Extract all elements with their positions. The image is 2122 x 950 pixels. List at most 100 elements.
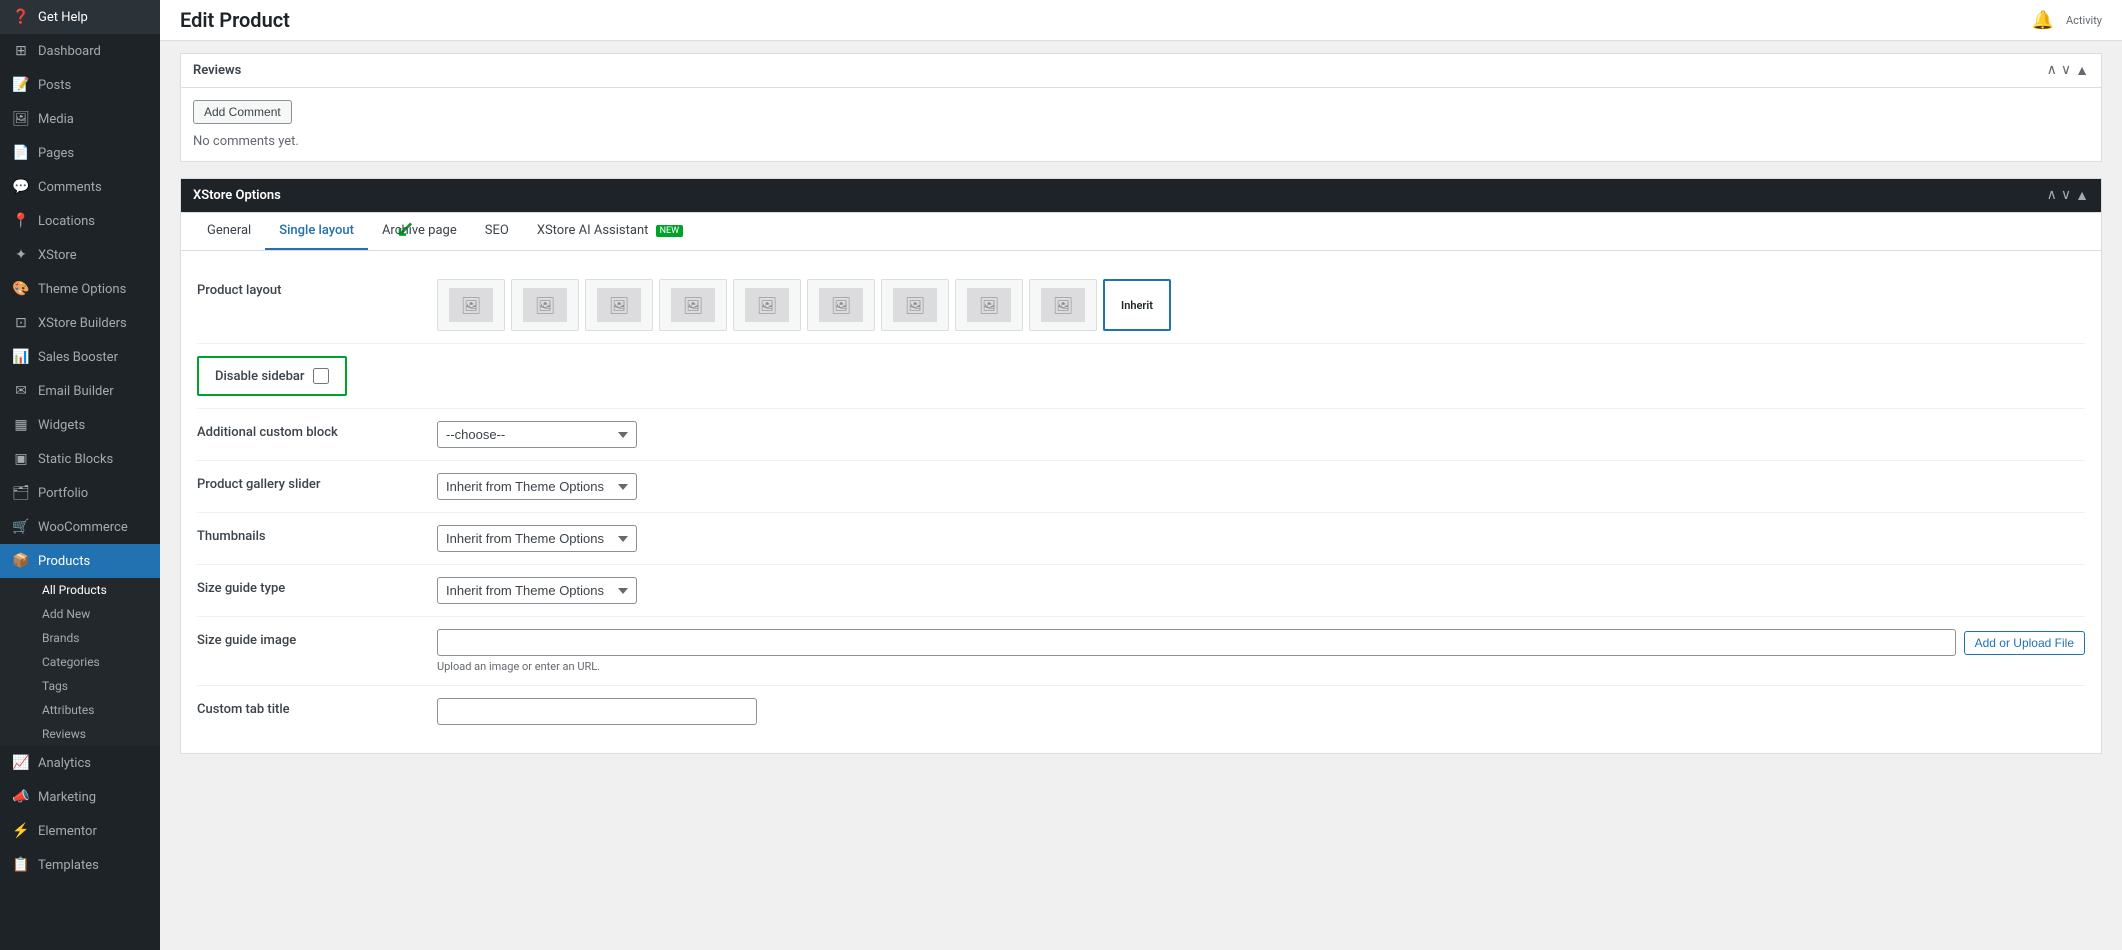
sidebar-item-marketing[interactable]: 📣 Marketing (0, 780, 160, 814)
size-guide-type-select[interactable]: Inherit from Theme Options Image Table N… (437, 577, 637, 604)
new-badge: NEW (656, 225, 684, 237)
posts-icon: 📝 (12, 76, 30, 94)
thumbnails-row: Thumbnails Inherit from Theme Options Ye… (197, 513, 2085, 565)
layout-img-8: 🖼 (967, 288, 1011, 322)
help-icon: ❓ (12, 8, 30, 26)
reviews-toggle[interactable]: ▲ (2075, 62, 2089, 79)
tab-general[interactable]: General (193, 213, 265, 250)
sidebar-item-label: Media (38, 112, 74, 127)
layout-thumb-1[interactable]: 🖼 (437, 279, 505, 331)
page-title: Edit Product (180, 8, 290, 32)
sidebar-item-get-help[interactable]: ❓ Get Help (0, 0, 160, 34)
sidebar-item-email-builder[interactable]: ✉ Email Builder (0, 374, 160, 408)
sidebar-item-widgets[interactable]: ▦ Widgets (0, 408, 160, 442)
submenu-reviews[interactable]: Reviews (12, 722, 160, 746)
disable-sidebar-checkbox[interactable] (313, 368, 329, 384)
activity-icon[interactable]: 🔔 (2032, 10, 2054, 31)
reviews-controls: ∧ ∨ ▲ (2047, 62, 2089, 79)
woocommerce-icon: 🛒 (12, 518, 30, 536)
layout-img-3: 🖼 (597, 288, 641, 322)
layout-thumb-4[interactable]: 🖼 (659, 279, 727, 331)
submenu-add-new[interactable]: Add New (12, 602, 160, 626)
reviews-collapse-down[interactable]: ∨ (2061, 62, 2071, 79)
sidebar-item-pages[interactable]: 📄 Pages (0, 136, 160, 170)
layout-thumb-3[interactable]: 🖼 (585, 279, 653, 331)
submenu-tags[interactable]: Tags (12, 674, 160, 698)
additional-custom-block-label: Additional custom block (197, 421, 417, 440)
sidebar-item-comments[interactable]: 💬 Comments (0, 170, 160, 204)
additional-custom-block-row: Additional custom block --choose-- (197, 409, 2085, 461)
thumbnails-label: Thumbnails (197, 525, 417, 544)
sidebar-item-xstore-builders[interactable]: ⊡ XStore Builders (0, 306, 160, 340)
reviews-collapse-up[interactable]: ∧ (2047, 62, 2057, 79)
sidebar-item-label: Widgets (38, 418, 85, 433)
product-gallery-slider-label: Product gallery slider (197, 473, 417, 492)
sidebar-item-analytics[interactable]: 📈 Analytics (0, 746, 160, 780)
sidebar-item-theme-options[interactable]: 🎨 Theme Options (0, 272, 160, 306)
sidebar-item-templates[interactable]: 📋 Templates (0, 848, 160, 882)
sidebar-item-locations[interactable]: 📍 Locations (0, 204, 160, 238)
layout-thumbnails-list: 🖼 🖼 🖼 🖼 🖼 🖼 🖼 🖼 🖼 Inherit (437, 279, 2085, 331)
add-comment-button[interactable]: Add Comment (193, 100, 292, 124)
layout-img-9: 🖼 (1041, 288, 1085, 322)
sidebar-item-elementor[interactable]: ⚡ Elementor (0, 814, 160, 848)
templates-icon: 📋 (12, 856, 30, 874)
custom-tab-title-label: Custom tab title (197, 698, 417, 717)
layout-img-7: 🖼 (893, 288, 937, 322)
size-guide-image-hint: Upload an image or enter an URL. (437, 660, 2085, 673)
pages-icon: 📄 (12, 144, 30, 162)
size-guide-type-row: Size guide type Inherit from Theme Optio… (197, 565, 2085, 617)
sidebar-item-woocommerce[interactable]: 🛒 WooCommerce (0, 510, 160, 544)
widgets-icon: ▦ (12, 416, 30, 434)
reviews-metabox-header: Reviews ∧ ∨ ▲ (181, 54, 2101, 88)
sidebar: ❓ Get Help ⊞ Dashboard 📝 Posts 🖼 Media 📄… (0, 0, 160, 950)
product-gallery-slider-select[interactable]: Inherit from Theme Options Yes No (437, 473, 637, 500)
add-upload-file-button[interactable]: Add or Upload File (1964, 631, 2085, 655)
marketing-icon: 📣 (12, 788, 30, 806)
layout-thumb-8[interactable]: 🖼 (955, 279, 1023, 331)
sidebar-item-static-blocks[interactable]: ▣ Static Blocks (0, 442, 160, 476)
sidebar-item-posts[interactable]: 📝 Posts (0, 68, 160, 102)
sidebar-item-products[interactable]: 📦 Products (0, 544, 160, 578)
sidebar-item-dashboard[interactable]: ⊞ Dashboard (0, 34, 160, 68)
product-layout-label: Product layout (197, 279, 417, 298)
sidebar-item-media[interactable]: 🖼 Media (0, 102, 160, 136)
layout-img-6: 🖼 (819, 288, 863, 322)
theme-options-icon: 🎨 (12, 280, 30, 298)
submenu-categories[interactable]: Categories (12, 650, 160, 674)
tab-archive-page[interactable]: Archive page (368, 213, 471, 250)
layout-thumb-6[interactable]: 🖼 (807, 279, 875, 331)
submenu-attributes[interactable]: Attributes (12, 698, 160, 722)
xstore-icon: ✦ (12, 246, 30, 264)
no-comments-text: No comments yet. (193, 134, 2089, 149)
additional-custom-block-wrap: --choose-- (437, 421, 2085, 448)
xstore-collapse-down[interactable]: ∨ (2061, 187, 2071, 204)
custom-tab-title-input[interactable] (437, 698, 757, 725)
reviews-body: Add Comment No comments yet. (181, 88, 2101, 161)
xstore-options-title: XStore Options (193, 188, 281, 203)
additional-custom-block-select[interactable]: --choose-- (437, 421, 637, 448)
sidebar-item-sales-booster[interactable]: 📊 Sales Booster (0, 340, 160, 374)
sidebar-item-portfolio[interactable]: 🗂 Portfolio (0, 476, 160, 510)
size-guide-image-input[interactable] (437, 629, 1956, 656)
xstore-options-header: XStore Options ∧ ∨ ▲ (181, 179, 2101, 213)
size-guide-image-input-group: Add or Upload File (437, 629, 2085, 656)
layout-thumb-9[interactable]: 🖼 (1029, 279, 1097, 331)
portfolio-icon: 🗂 (12, 484, 30, 502)
thumbnails-select[interactable]: Inherit from Theme Options Yes No (437, 525, 637, 552)
builders-icon: ⊡ (12, 314, 30, 332)
size-guide-type-label: Size guide type (197, 577, 417, 596)
layout-thumb-2[interactable]: 🖼 (511, 279, 579, 331)
xstore-collapse-up[interactable]: ∧ (2047, 187, 2057, 204)
tab-ai-assistant[interactable]: XStore AI Assistant NEW (523, 213, 697, 250)
submenu-all-products[interactable]: All Products (12, 578, 160, 602)
xstore-toggle[interactable]: ▲ (2075, 187, 2089, 204)
tab-single-layout[interactable]: Single layout (265, 213, 368, 250)
submenu-brands[interactable]: Brands (12, 626, 160, 650)
layout-thumb-5[interactable]: 🖼 (733, 279, 801, 331)
sales-icon: 📊 (12, 348, 30, 366)
layout-inherit-option[interactable]: Inherit (1103, 279, 1171, 331)
tab-seo[interactable]: SEO (471, 213, 523, 250)
sidebar-item-xstore[interactable]: ✦ XStore (0, 238, 160, 272)
layout-thumb-7[interactable]: 🖼 (881, 279, 949, 331)
